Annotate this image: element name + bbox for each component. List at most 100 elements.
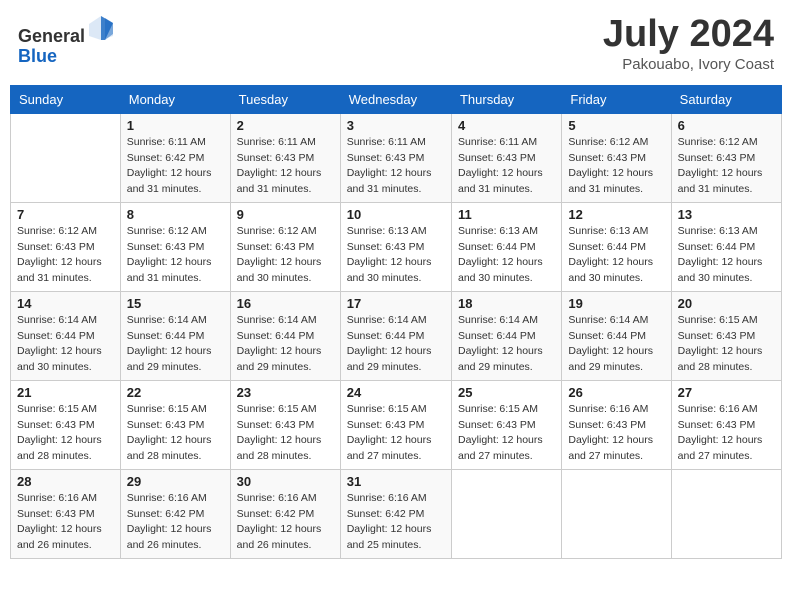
page-header: General Blue July 2024 Pakouabo, Ivory C…: [10, 10, 782, 77]
day-cell: 23 Sunrise: 6:15 AMSunset: 6:43 PMDayligh…: [230, 380, 340, 469]
col-header-saturday: Saturday: [671, 85, 781, 113]
day-cell: 3 Sunrise: 6:11 AMSunset: 6:43 PMDaylight…: [340, 113, 451, 202]
day-number: 22: [127, 385, 224, 400]
week-row-2: 7 Sunrise: 6:12 AMSunset: 6:43 PMDaylight…: [11, 202, 782, 291]
day-number: 31: [347, 474, 445, 489]
logo-general: General: [18, 26, 85, 46]
logo-blue: Blue: [18, 46, 57, 66]
week-row-4: 21 Sunrise: 6:15 AMSunset: 6:43 PMDayligh…: [11, 380, 782, 469]
day-info: Sunrise: 6:16 AMSunset: 6:42 PMDaylight:…: [237, 492, 322, 551]
day-info: Sunrise: 6:12 AMSunset: 6:43 PMDaylight:…: [568, 136, 653, 195]
day-info: Sunrise: 6:12 AMSunset: 6:43 PMDaylight:…: [127, 225, 212, 284]
col-header-friday: Friday: [562, 85, 671, 113]
month-title: July 2024: [603, 14, 774, 56]
day-number: 4: [458, 118, 555, 133]
day-info: Sunrise: 6:15 AMSunset: 6:43 PMDaylight:…: [237, 403, 322, 462]
day-info: Sunrise: 6:15 AMSunset: 6:43 PMDaylight:…: [127, 403, 212, 462]
col-header-thursday: Thursday: [451, 85, 561, 113]
day-cell: 25Sunrise: 6:15 AMSunset: 6:43 PMDayligh…: [451, 380, 561, 469]
day-number: 28: [17, 474, 114, 489]
day-number: 8: [127, 207, 224, 222]
col-header-monday: Monday: [120, 85, 230, 113]
title-block: July 2024 Pakouabo, Ivory Coast: [603, 14, 774, 73]
day-info: Sunrise: 6:13 AMSunset: 6:43 PMDaylight:…: [347, 225, 432, 284]
day-cell: 6Sunrise: 6:12 AMSunset: 6:43 PMDaylight…: [671, 113, 781, 202]
day-number: 15: [127, 296, 224, 311]
day-number: 30: [237, 474, 334, 489]
day-cell: 8 Sunrise: 6:12 AMSunset: 6:43 PMDaylight…: [120, 202, 230, 291]
day-number: 21: [17, 385, 114, 400]
header-row: SundayMondayTuesdayWednesdayThursdayFrid…: [11, 85, 782, 113]
day-info: Sunrise: 6:12 AMSunset: 6:43 PMDaylight:…: [17, 225, 102, 284]
day-info: Sunrise: 6:16 AMSunset: 6:43 PMDaylight:…: [678, 403, 763, 462]
day-info: Sunrise: 6:13 AMSunset: 6:44 PMDaylight:…: [458, 225, 543, 284]
day-number: 18: [458, 296, 555, 311]
day-number: 11: [458, 207, 555, 222]
day-info: Sunrise: 6:16 AMSunset: 6:42 PMDaylight:…: [347, 492, 432, 551]
day-cell: 17 Sunrise: 6:14 AMSunset: 6:44 PMDayligh…: [340, 291, 451, 380]
day-info: Sunrise: 6:12 AMSunset: 6:43 PMDaylight:…: [237, 225, 322, 284]
day-info: Sunrise: 6:15 AMSunset: 6:43 PMDaylight:…: [678, 314, 763, 373]
day-number: 3: [347, 118, 445, 133]
day-cell: 1Sunrise: 6:11 AMSunset: 6:42 PMDaylight…: [120, 113, 230, 202]
day-number: 12: [568, 207, 664, 222]
day-info: Sunrise: 6:15 AMSunset: 6:43 PMDaylight:…: [458, 403, 543, 462]
day-info: Sunrise: 6:14 AMSunset: 6:44 PMDaylight:…: [127, 314, 212, 373]
day-cell: 9 Sunrise: 6:12 AMSunset: 6:43 PMDaylight…: [230, 202, 340, 291]
day-cell: 4Sunrise: 6:11 AMSunset: 6:43 PMDaylight…: [451, 113, 561, 202]
day-number: 16: [237, 296, 334, 311]
day-cell: 12 Sunrise: 6:13 AMSunset: 6:44 PMDayligh…: [562, 202, 671, 291]
day-number: 17: [347, 296, 445, 311]
week-row-1: 1Sunrise: 6:11 AMSunset: 6:42 PMDaylight…: [11, 113, 782, 202]
logo-icon: [87, 14, 115, 42]
day-number: 13: [678, 207, 775, 222]
day-cell: 26 Sunrise: 6:16 AMSunset: 6:43 PMDayligh…: [562, 380, 671, 469]
day-number: 7: [17, 207, 114, 222]
day-number: 26: [568, 385, 664, 400]
day-cell: [562, 469, 671, 558]
day-number: 14: [17, 296, 114, 311]
logo: General Blue: [18, 14, 115, 67]
day-info: Sunrise: 6:14 AMSunset: 6:44 PMDaylight:…: [568, 314, 653, 373]
day-number: 20: [678, 296, 775, 311]
col-header-wednesday: Wednesday: [340, 85, 451, 113]
day-cell: 28 Sunrise: 6:16 AMSunset: 6:43 PMDayligh…: [11, 469, 121, 558]
day-cell: 27Sunrise: 6:16 AMSunset: 6:43 PMDayligh…: [671, 380, 781, 469]
day-cell: 13Sunrise: 6:13 AMSunset: 6:44 PMDayligh…: [671, 202, 781, 291]
day-info: Sunrise: 6:13 AMSunset: 6:44 PMDaylight:…: [568, 225, 653, 284]
day-cell: 19 Sunrise: 6:14 AMSunset: 6:44 PMDayligh…: [562, 291, 671, 380]
day-cell: 5Sunrise: 6:12 AMSunset: 6:43 PMDaylight…: [562, 113, 671, 202]
day-cell: 10 Sunrise: 6:13 AMSunset: 6:43 PMDayligh…: [340, 202, 451, 291]
day-info: Sunrise: 6:14 AMSunset: 6:44 PMDaylight:…: [17, 314, 102, 373]
day-number: 29: [127, 474, 224, 489]
day-cell: 20 Sunrise: 6:15 AMSunset: 6:43 PMDayligh…: [671, 291, 781, 380]
day-number: 10: [347, 207, 445, 222]
day-cell: 29Sunrise: 6:16 AMSunset: 6:42 PMDayligh…: [120, 469, 230, 558]
day-info: Sunrise: 6:14 AMSunset: 6:44 PMDaylight:…: [237, 314, 322, 373]
day-number: 2: [237, 118, 334, 133]
day-number: 1: [127, 118, 224, 133]
week-row-3: 14 Sunrise: 6:14 AMSunset: 6:44 PMDayligh…: [11, 291, 782, 380]
day-number: 19: [568, 296, 664, 311]
day-number: 9: [237, 207, 334, 222]
day-cell: 7 Sunrise: 6:12 AMSunset: 6:43 PMDaylight…: [11, 202, 121, 291]
day-info: Sunrise: 6:16 AMSunset: 6:43 PMDaylight:…: [568, 403, 653, 462]
day-cell: 21Sunrise: 6:15 AMSunset: 6:43 PMDayligh…: [11, 380, 121, 469]
day-cell: [451, 469, 561, 558]
week-row-5: 28 Sunrise: 6:16 AMSunset: 6:43 PMDayligh…: [11, 469, 782, 558]
day-cell: [11, 113, 121, 202]
day-info: Sunrise: 6:11 AMSunset: 6:43 PMDaylight:…: [237, 136, 322, 195]
day-cell: 24Sunrise: 6:15 AMSunset: 6:43 PMDayligh…: [340, 380, 451, 469]
day-info: Sunrise: 6:11 AMSunset: 6:43 PMDaylight:…: [347, 136, 432, 195]
day-info: Sunrise: 6:16 AMSunset: 6:43 PMDaylight:…: [17, 492, 102, 551]
day-cell: 18 Sunrise: 6:14 AMSunset: 6:44 PMDayligh…: [451, 291, 561, 380]
day-info: Sunrise: 6:14 AMSunset: 6:44 PMDaylight:…: [458, 314, 543, 373]
day-number: 23: [237, 385, 334, 400]
day-info: Sunrise: 6:14 AMSunset: 6:44 PMDaylight:…: [347, 314, 432, 373]
day-number: 6: [678, 118, 775, 133]
col-header-tuesday: Tuesday: [230, 85, 340, 113]
day-info: Sunrise: 6:15 AMSunset: 6:43 PMDaylight:…: [347, 403, 432, 462]
location: Pakouabo, Ivory Coast: [603, 56, 774, 73]
day-cell: 22 Sunrise: 6:15 AMSunset: 6:43 PMDayligh…: [120, 380, 230, 469]
day-cell: 31 Sunrise: 6:16 AMSunset: 6:42 PMDayligh…: [340, 469, 451, 558]
